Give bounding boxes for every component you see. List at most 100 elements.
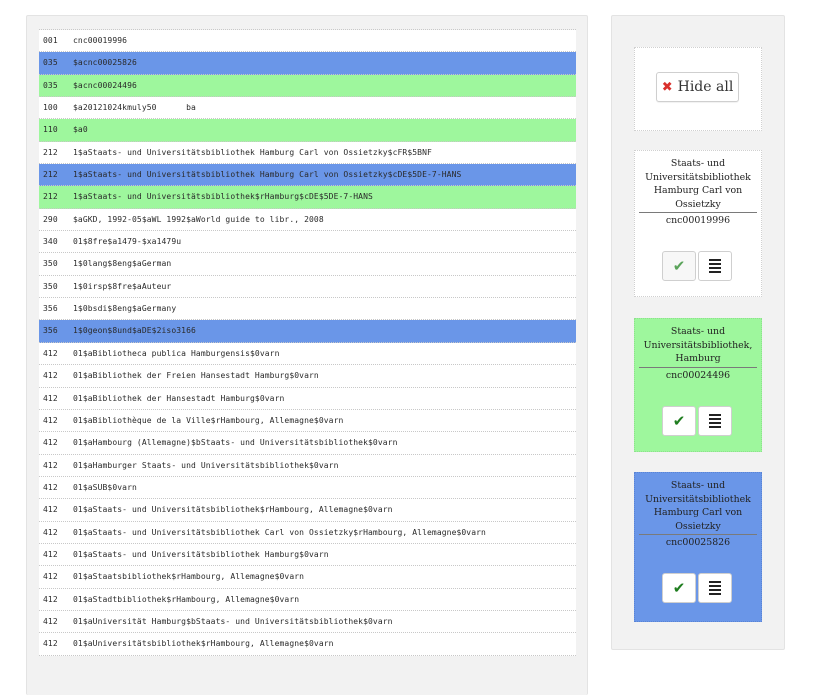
record-row: 035 $acnc00024496	[39, 74, 576, 98]
field-value: $acnc00025826	[73, 58, 137, 68]
record-panel: 001 cnc00019996 035 $acnc00025826 035 $acnc00…	[26, 15, 588, 695]
field-value: 01$8fre$a1479-$xa1479u	[73, 237, 182, 247]
field-tag: 356	[43, 304, 58, 314]
field-tag: 412	[43, 460, 58, 470]
hide-all-button[interactable]: ✖ Hide all	[656, 72, 739, 102]
marc-record-list: 001 cnc00019996 035 $acnc00025826 035 $acnc00…	[39, 29, 576, 656]
field-value: 1$0lang$8eng$aGerman	[73, 259, 172, 269]
confirm-button[interactable]: ✔	[662, 406, 696, 436]
candidate-card-cnc00025826: Staats- und Universitätsbibliothek Hambu…	[634, 472, 762, 622]
details-button[interactable]	[698, 251, 732, 281]
close-icon: ✖	[661, 79, 673, 95]
field-value: 01$aHambourg (Allemagne)$bStaats- und Un…	[73, 438, 398, 448]
candidate-id: cnc00024496	[665, 369, 731, 381]
candidate-title: Staats- und Universitätsbibliothek Hambu…	[645, 158, 751, 210]
record-row: 412 01$aBibliothek der Hansestadt Hamburg…	[39, 387, 576, 410]
record-row: 412 01$aStaats- und Universitätsbibliothe…	[39, 543, 576, 567]
field-tag: 412	[43, 594, 58, 604]
field-value: 01$aStadtbibliothek$rHambourg, Allemagne…	[73, 594, 300, 604]
record-row: 001 cnc00019996	[39, 30, 576, 53]
field-tag: 412	[43, 371, 58, 381]
candidate-title: Staats- und Universitätsbibliothek, Hamb…	[643, 326, 753, 365]
candidate-panel: ✖ Hide all Staats- und Universitätsbibli…	[611, 15, 785, 650]
field-tag: 356	[43, 326, 58, 336]
check-icon: ✔	[672, 257, 686, 275]
field-value: 01$aHamburger Staats- und Universitätsbi…	[73, 460, 339, 470]
candidate-title: Staats- und Universitätsbibliothek Hambu…	[645, 480, 751, 532]
record-row: 356 1$0bsdi$8eng$aGermany	[39, 298, 576, 321]
details-button[interactable]	[698, 406, 732, 436]
field-value: 01$aBibliothek der Hansestadt Hamburg$0v…	[73, 393, 285, 403]
field-value: 01$aStaatsbibliothek$rHambourg, Allemagn…	[73, 572, 305, 582]
field-tag: 412	[43, 482, 58, 492]
field-value: 01$aBibliotheca publica Hamburgensis$0va…	[73, 348, 280, 358]
record-row: 412 01$aBibliothek der Freien Hansestadt …	[39, 365, 576, 388]
field-tag: 412	[43, 415, 58, 425]
record-row: 212 1$aStaats- und Universitätsbibliothek…	[39, 141, 576, 165]
hide-all-label: Hide all	[677, 79, 734, 95]
list-icon	[709, 414, 721, 428]
field-tag: 035	[43, 80, 58, 90]
field-value: 1$aStaats- und Universitätsbibliothek Ha…	[73, 147, 432, 157]
field-value: $acnc00024496	[73, 80, 137, 90]
field-tag: 212	[43, 170, 58, 180]
field-value: 1$aStaats- und Universitätsbibliothek$rH…	[73, 192, 373, 202]
field-tag: 001	[43, 36, 58, 45]
details-button[interactable]	[698, 573, 732, 603]
check-icon: ✔	[672, 412, 686, 430]
confirm-button[interactable]: ✔	[662, 251, 696, 281]
record-row: 412 01$aStadtbibliothek$rHambourg, Allema…	[39, 588, 576, 611]
record-row: 290 $aGKD, 1992-05$aWL 1992$aWorld guide …	[39, 208, 576, 232]
record-row: 100 $a20121024kmuly50 ba	[39, 97, 576, 120]
record-row: 035 $acnc00025826	[39, 52, 576, 75]
field-value: 1$0geon$8und$aDE$2iso3166	[73, 326, 196, 336]
field-tag: 412	[43, 639, 58, 649]
field-tag: 412	[43, 527, 58, 537]
field-value: 01$aStaats- und Universitätsbibliothek C…	[73, 527, 486, 537]
field-tag: 110	[43, 125, 58, 135]
field-value: 1$0bsdi$8eng$aGermany	[73, 304, 177, 314]
field-value: 01$aSUB$0varn	[73, 482, 137, 492]
candidate-id: cnc00019996	[665, 215, 731, 227]
field-tag: 412	[43, 438, 58, 448]
record-row: 212 1$aStaats- und Universitätsbibliothek…	[39, 186, 576, 209]
candidate-card-cnc00024496: Staats- und Universitätsbibliothek, Hamb…	[634, 318, 762, 452]
record-row: 412 01$aStaats- und Universitätsbibliothe…	[39, 521, 576, 544]
field-tag: 290	[43, 214, 58, 224]
field-tag: 035	[43, 58, 58, 68]
field-tag: 412	[43, 348, 58, 358]
record-row: 412 01$aUniversitätsbibliothek$rHambourg,…	[39, 633, 576, 656]
field-tag: 350	[43, 259, 58, 269]
record-row: 412 01$aBibliothèque de la Ville$rHambour…	[39, 409, 576, 433]
list-icon	[709, 581, 721, 595]
field-value: 1$aStaats- und Universitätsbibliothek Ha…	[73, 170, 462, 180]
record-row: 412 01$aBibliotheca publica Hamburgensis$…	[39, 342, 576, 366]
field-tag: 412	[43, 572, 58, 582]
field-value: 01$aBibliothek der Freien Hansestadt Ham…	[73, 371, 319, 381]
record-row: 412 01$aUniversität Hamburg$bStaats- und …	[39, 610, 576, 634]
field-value: 1$0irsp$8fre$aAuteur	[73, 281, 172, 291]
field-tag: 412	[43, 616, 58, 626]
field-tag: 412	[43, 549, 58, 559]
record-row: 412 01$aHamburger Staats- und Universität…	[39, 454, 576, 477]
field-value: 01$aUniversitätsbibliothek$rHambourg, Al…	[73, 639, 334, 649]
candidate-id: cnc00025826	[665, 537, 731, 549]
field-value: $aGKD, 1992-05$aWL 1992$aWorld guide to …	[73, 214, 324, 224]
field-tag: 412	[43, 393, 58, 403]
record-row: 412 01$aSUB$0varn	[39, 476, 576, 500]
card-divider	[639, 534, 757, 536]
record-row: 412 01$aStaats- und Universitätsbibliothe…	[39, 499, 576, 522]
record-row: 412 01$aStaatsbibliothek$rHambourg, Allem…	[39, 566, 576, 589]
card-divider	[639, 366, 757, 368]
field-value: 01$aStaats- und Universitätsbibliothek H…	[73, 549, 329, 559]
confirm-button[interactable]: ✔	[662, 573, 696, 603]
field-value: 01$aUniversität Hamburg$bStaats- und Uni…	[73, 616, 393, 626]
candidate-card-cnc00019996: Staats- und Universitätsbibliothek Hambu…	[634, 150, 762, 297]
record-row: 356 1$0geon$8und$aDE$2iso3166	[39, 320, 576, 343]
field-tag: 412	[43, 505, 58, 515]
card-divider	[639, 212, 757, 214]
hide-all-card: ✖ Hide all	[634, 47, 762, 131]
field-value: cnc00019996	[73, 36, 128, 45]
field-tag: 212	[43, 147, 58, 157]
field-value: 01$aBibliothèque de la Ville$rHambourg, …	[73, 415, 344, 425]
